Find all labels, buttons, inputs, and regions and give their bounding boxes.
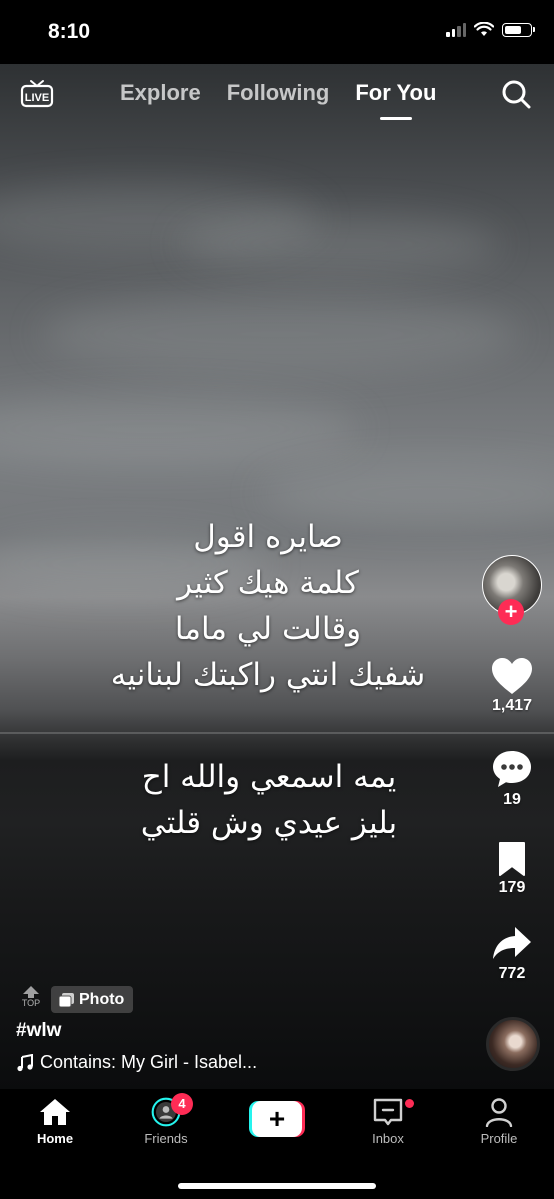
friends-badge: 4 bbox=[171, 1093, 193, 1115]
wifi-icon bbox=[474, 22, 494, 36]
overlay-line: بليز عيدي وش قلتي bbox=[140, 805, 398, 841]
overlay-line: كلمة هيك كثير bbox=[177, 565, 359, 601]
tab-friends[interactable]: 4 Friends bbox=[121, 1093, 211, 1146]
tab-for-you[interactable]: For You bbox=[355, 80, 436, 106]
tab-home-label: Home bbox=[36, 1131, 74, 1146]
save-count: 179 bbox=[498, 879, 526, 896]
music-disc[interactable] bbox=[486, 1017, 540, 1071]
arrow-up-icon bbox=[23, 986, 39, 998]
inbox-icon bbox=[373, 1098, 403, 1126]
like-count: 1,417 bbox=[491, 697, 533, 714]
overlay-line: شفيك انتي راكبتك لبنانيه bbox=[110, 657, 426, 693]
post-overlay-text-2: يمه اسمعي والله اح بليز عيدي وش قلتي bbox=[124, 754, 414, 846]
status-time: 8:10 bbox=[48, 20, 91, 43]
tab-friends-label: Friends bbox=[144, 1131, 188, 1146]
home-icon bbox=[40, 1099, 70, 1125]
post-media[interactable]: صايره اقول كلمة هيك كثير وقالت لي ماما ش… bbox=[0, 64, 554, 1089]
top-label: TOP bbox=[21, 998, 41, 1008]
bookmark-icon bbox=[499, 842, 525, 876]
comment-button[interactable]: 19 bbox=[480, 749, 544, 809]
search-icon[interactable] bbox=[500, 78, 532, 110]
cellular-signal-icon bbox=[446, 22, 466, 37]
inbox-notification-dot bbox=[405, 1099, 414, 1108]
like-button[interactable]: 1,417 bbox=[480, 657, 544, 715]
post-caption[interactable]: #wlw bbox=[16, 1020, 61, 1042]
battery-icon bbox=[502, 22, 535, 37]
tab-home[interactable]: Home bbox=[10, 1097, 100, 1146]
overlay-line: وقالت لي ماما bbox=[174, 611, 362, 647]
home-indicator[interactable] bbox=[178, 1183, 376, 1189]
save-button[interactable]: 179 bbox=[480, 841, 544, 897]
create-button[interactable]: + bbox=[249, 1101, 305, 1137]
music-info[interactable]: Contains: My Girl - Isabel... bbox=[16, 1052, 257, 1073]
photo-label: Photo bbox=[79, 990, 125, 1008]
tab-following[interactable]: Following bbox=[227, 80, 330, 106]
top-badge: TOP bbox=[20, 986, 42, 1008]
tab-profile[interactable]: Profile bbox=[454, 1097, 544, 1146]
tab-profile-label: Profile bbox=[480, 1131, 518, 1146]
follow-plus-button[interactable]: + bbox=[498, 599, 524, 625]
live-label: LIVE bbox=[25, 92, 49, 104]
music-note-icon bbox=[17, 1053, 33, 1071]
tab-inbox-label: Inbox bbox=[372, 1131, 404, 1146]
post-overlay-text-1: صايره اقول كلمة هيك كثير وقالت لي ماما ش… bbox=[88, 514, 448, 698]
music-title: Contains: My Girl - Isabel... bbox=[40, 1052, 258, 1072]
profile-icon bbox=[485, 1098, 513, 1127]
comment-icon bbox=[493, 751, 531, 787]
live-icon[interactable]: LIVE bbox=[20, 78, 54, 108]
heart-icon bbox=[492, 658, 532, 694]
tab-explore[interactable]: Explore bbox=[120, 80, 201, 106]
photos-icon bbox=[59, 992, 74, 1007]
status-bar: 8:10 bbox=[0, 0, 554, 64]
creator-avatar-button[interactable]: + bbox=[482, 555, 542, 625]
overlay-line: يمه اسمعي والله اح bbox=[141, 759, 397, 795]
tab-inbox[interactable]: Inbox bbox=[343, 1097, 433, 1146]
plus-icon: + bbox=[252, 1101, 302, 1137]
top-nav: LIVE Explore Following For You bbox=[0, 64, 554, 124]
photo-chip[interactable]: Photo bbox=[51, 986, 134, 1013]
share-button[interactable]: 772 bbox=[480, 925, 544, 983]
feed-tabs: Explore Following For You bbox=[120, 80, 436, 106]
comment-count: 19 bbox=[503, 791, 521, 808]
share-arrow-icon bbox=[493, 927, 531, 959]
share-count: 772 bbox=[498, 965, 526, 982]
overlay-line: صايره اقول bbox=[193, 519, 343, 555]
